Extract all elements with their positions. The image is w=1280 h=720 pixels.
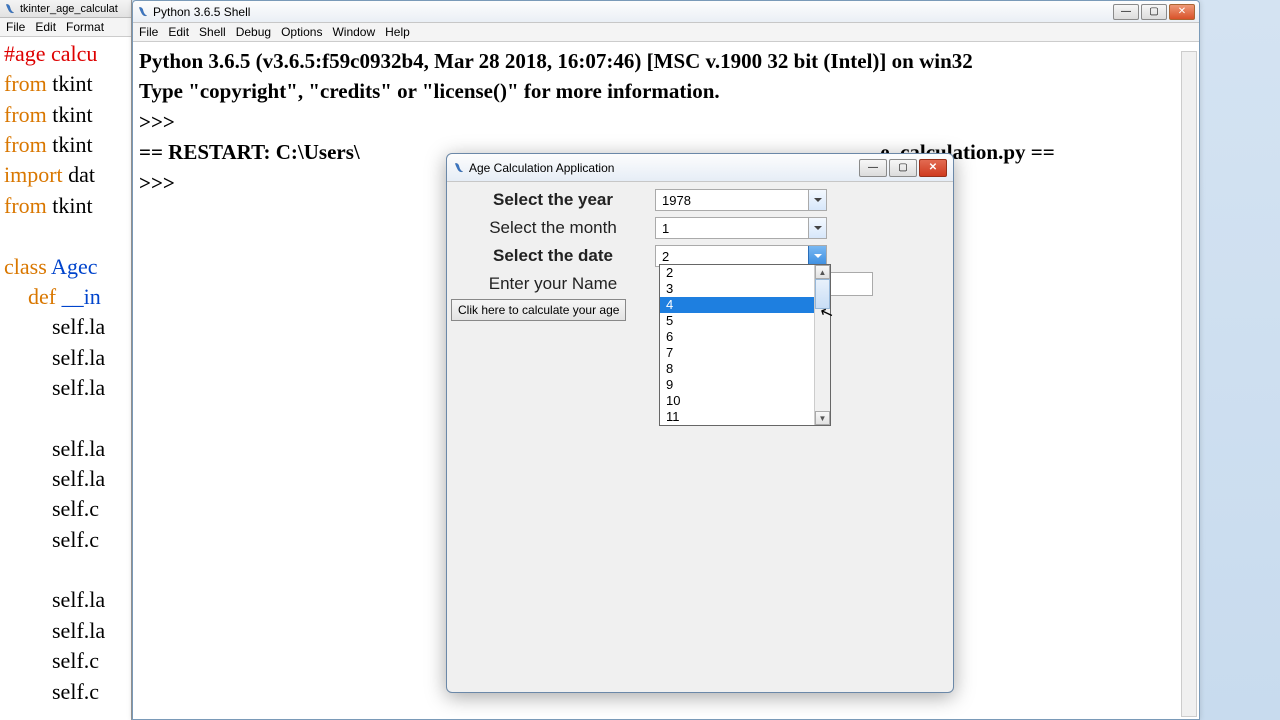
- dropdown-item[interactable]: 6: [660, 329, 830, 345]
- editor-title: tkinter_age_calculat: [20, 3, 118, 15]
- shell-banner-line: Python 3.6.5 (v3.6.5:f59c0932b4, Mar 28 …: [139, 46, 1193, 76]
- scroll-thumb[interactable]: [815, 279, 830, 309]
- shell-titlebar[interactable]: Python 3.6.5 Shell — ▢ ✕: [133, 1, 1199, 23]
- calculate-age-button[interactable]: Clik here to calculate your age: [451, 299, 626, 321]
- dropdown-item[interactable]: 3: [660, 281, 830, 297]
- python-feather-icon: [137, 6, 149, 18]
- scroll-up-button[interactable]: ▲: [815, 265, 830, 279]
- chevron-down-icon[interactable]: [808, 190, 826, 210]
- editor-content[interactable]: #age calcufrom tkintfrom tkintfrom tkint…: [0, 37, 131, 709]
- dropdown-item[interactable]: 2: [660, 265, 830, 281]
- year-combo-value: 1978: [656, 193, 808, 208]
- menu-shell[interactable]: Shell: [199, 25, 226, 39]
- label-name: Enter your Name: [451, 274, 655, 294]
- menu-file[interactable]: File: [139, 25, 158, 39]
- menu-file[interactable]: File: [6, 20, 25, 34]
- shell-scrollbar[interactable]: [1181, 51, 1197, 717]
- maximize-button[interactable]: ▢: [1141, 4, 1167, 20]
- python-feather-icon: [4, 3, 16, 15]
- chevron-down-icon[interactable]: [808, 218, 826, 238]
- scroll-down-button[interactable]: ▼: [815, 411, 830, 425]
- editor-titlebar[interactable]: tkinter_age_calculat: [0, 0, 131, 18]
- date-dropdown-list: ▲ ▼ 234567891011: [659, 264, 831, 426]
- minimize-button[interactable]: —: [859, 159, 887, 177]
- menu-edit[interactable]: Edit: [168, 25, 189, 39]
- tk-form: Select the year 1978 Select the month 1 …: [447, 182, 953, 326]
- tk-title: Age Calculation Application: [469, 161, 614, 175]
- month-combo[interactable]: 1: [655, 217, 827, 239]
- chevron-down-icon[interactable]: [808, 246, 826, 266]
- menu-debug[interactable]: Debug: [236, 25, 271, 39]
- maximize-button[interactable]: ▢: [889, 159, 917, 177]
- date-combo-value: 2: [656, 249, 808, 264]
- shell-title: Python 3.6.5 Shell: [153, 5, 250, 19]
- year-combo[interactable]: 1978: [655, 189, 827, 211]
- menu-edit[interactable]: Edit: [35, 20, 56, 34]
- editor-menubar: File Edit Format: [0, 18, 131, 37]
- menu-options[interactable]: Options: [281, 25, 322, 39]
- month-combo-value: 1: [656, 221, 808, 236]
- code-editor-window: tkinter_age_calculat File Edit Format #a…: [0, 0, 132, 720]
- shell-prompt: >>>: [139, 107, 1193, 137]
- label-month: Select the month: [451, 218, 655, 238]
- dropdown-scrollbar[interactable]: ▲ ▼: [814, 265, 830, 425]
- dropdown-item[interactable]: 8: [660, 361, 830, 377]
- shell-menubar: File Edit Shell Debug Options Window Hel…: [133, 23, 1199, 42]
- tk-feather-icon: [453, 162, 465, 174]
- close-button[interactable]: ✕: [919, 159, 947, 177]
- age-calculation-window: Age Calculation Application — ▢ ✕ Select…: [446, 153, 954, 693]
- label-year: Select the year: [451, 190, 655, 210]
- menu-window[interactable]: Window: [332, 25, 375, 39]
- menu-format[interactable]: Format: [66, 20, 104, 34]
- dropdown-item[interactable]: 9: [660, 377, 830, 393]
- minimize-button[interactable]: —: [1113, 4, 1139, 20]
- shell-banner-line: Type "copyright", "credits" or "license(…: [139, 76, 1193, 106]
- dropdown-item[interactable]: 11: [660, 409, 830, 425]
- label-date: Select the date: [451, 246, 655, 266]
- dropdown-item[interactable]: 5: [660, 313, 830, 329]
- tk-titlebar[interactable]: Age Calculation Application — ▢ ✕: [447, 154, 953, 182]
- menu-help[interactable]: Help: [385, 25, 410, 39]
- dropdown-item[interactable]: 7: [660, 345, 830, 361]
- close-button[interactable]: ✕: [1169, 4, 1195, 20]
- dropdown-item[interactable]: 4: [660, 297, 830, 313]
- dropdown-item[interactable]: 10: [660, 393, 830, 409]
